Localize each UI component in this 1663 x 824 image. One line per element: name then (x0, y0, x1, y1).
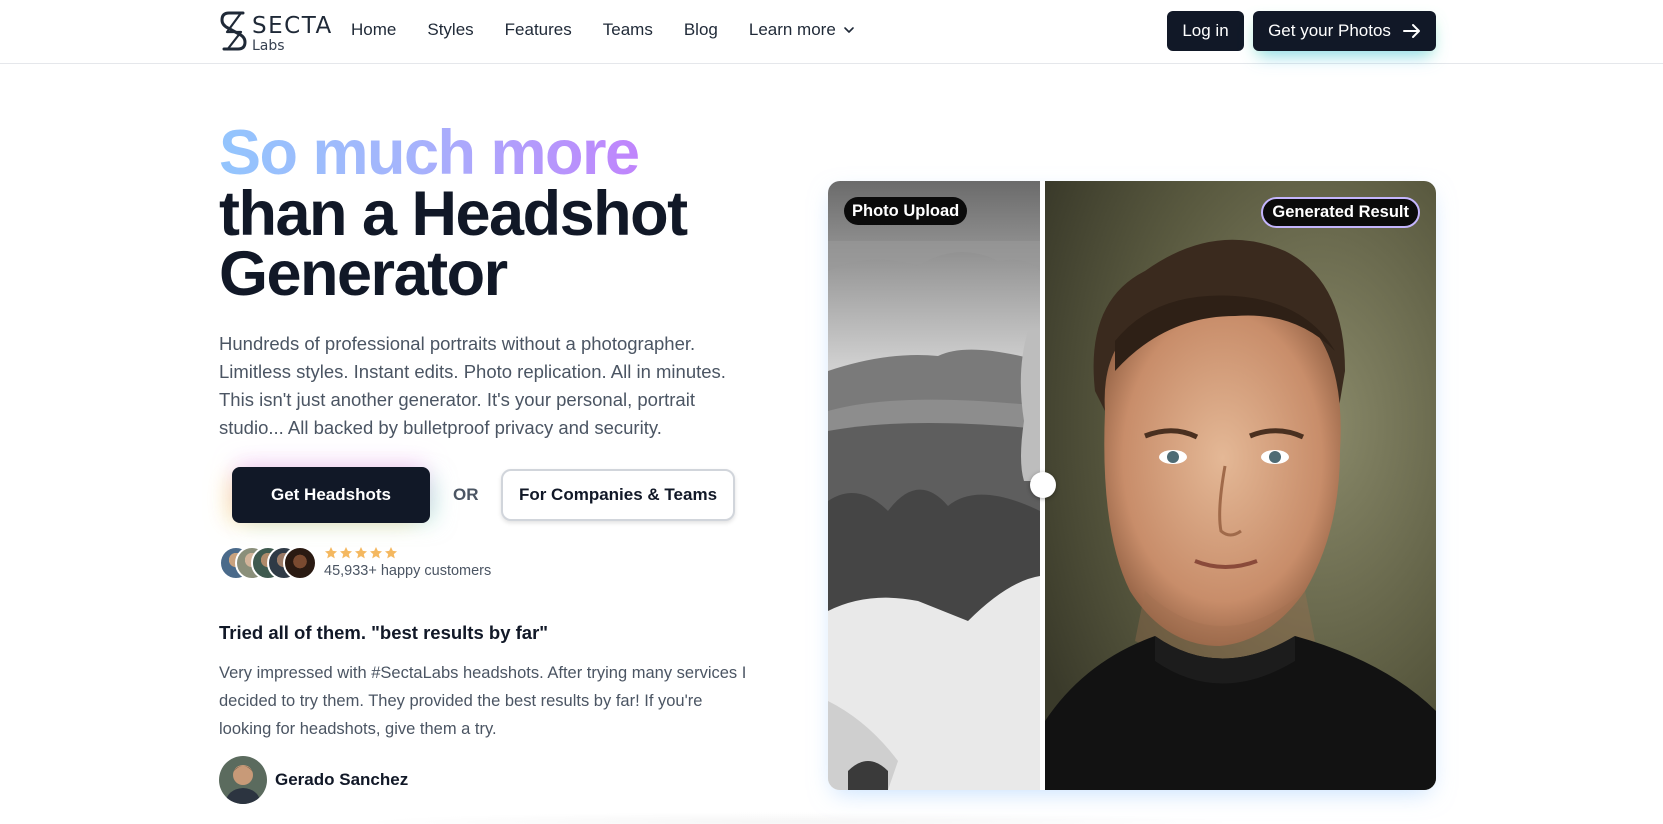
nav-link-teams[interactable]: Teams (603, 20, 653, 40)
companies-teams-button[interactable]: For Companies & Teams (501, 469, 735, 521)
arrow-right-icon (1402, 24, 1420, 38)
rating-stars (324, 546, 398, 560)
testimonial-author-name: Gerado Sanchez (275, 770, 409, 789)
author-photo (219, 756, 267, 804)
comparison-slider-handle[interactable] (1030, 472, 1056, 498)
testimonial-body: Very impressed with #SectaLabs headshots… (219, 664, 747, 738)
get-your-photos-label: Get your Photos (1268, 21, 1391, 40)
generated-result-badge: Generated Result (1261, 197, 1420, 228)
star-icon (369, 547, 383, 559)
photo-upload-image (828, 181, 1040, 790)
or-separator: OR (453, 485, 479, 504)
logo-mark-icon (220, 11, 247, 51)
star-icon (354, 547, 368, 559)
photo-upload-pane: Photo Upload (828, 181, 1040, 790)
nav-links: Home Styles Features Teams Blog Learn mo… (351, 20, 886, 40)
happy-customers-count: 45,933+ happy customers (324, 563, 492, 579)
star-icon (384, 547, 398, 559)
top-navbar: SECTA Labs Home Styles Features Teams Bl… (0, 0, 1663, 64)
star-icon (324, 547, 338, 559)
star-icon (339, 547, 353, 559)
login-button[interactable]: Log in (1167, 11, 1244, 51)
photo-upload-badge: Photo Upload (844, 197, 968, 225)
logo-subtext: Labs (252, 38, 285, 54)
avatar (283, 546, 317, 580)
hero-title-line-2: than a Headshot (219, 179, 688, 249)
customer-avatars (219, 546, 319, 580)
nav-link-features[interactable]: Features (505, 20, 572, 40)
before-after-comparison[interactable]: Photo Upload Generated Result (828, 181, 1436, 790)
hero-title-line-3: Generator (219, 239, 508, 309)
hero-title-gradient: So much more (219, 118, 640, 188)
chevron-down-icon (843, 27, 854, 33)
get-your-photos-button[interactable]: Get your Photos (1253, 11, 1436, 51)
hero-title: than a Headshot Generator (219, 179, 739, 309)
get-headshots-button[interactable]: Get Headshots (232, 467, 430, 523)
nav-link-blog[interactable]: Blog (684, 20, 718, 40)
logo-text: SECTA (252, 13, 333, 39)
testimonial-author-avatar (219, 756, 267, 804)
section-shadow (350, 812, 1250, 824)
testimonial-title: Tried all of them. "best results by far" (219, 622, 549, 643)
nav-learn-more-label: Learn more (748, 20, 836, 39)
nav-learn-more-dropdown[interactable]: Learn more (749, 20, 855, 40)
nav-link-styles[interactable]: Styles (427, 20, 473, 40)
secta-logo[interactable]: SECTA Labs (219, 10, 331, 54)
generated-result-image (1045, 181, 1436, 790)
hero-description: Hundreds of professional portraits witho… (219, 333, 726, 438)
nav-link-home[interactable]: Home (351, 20, 396, 40)
generated-result-pane: Generated Result (1045, 181, 1436, 790)
